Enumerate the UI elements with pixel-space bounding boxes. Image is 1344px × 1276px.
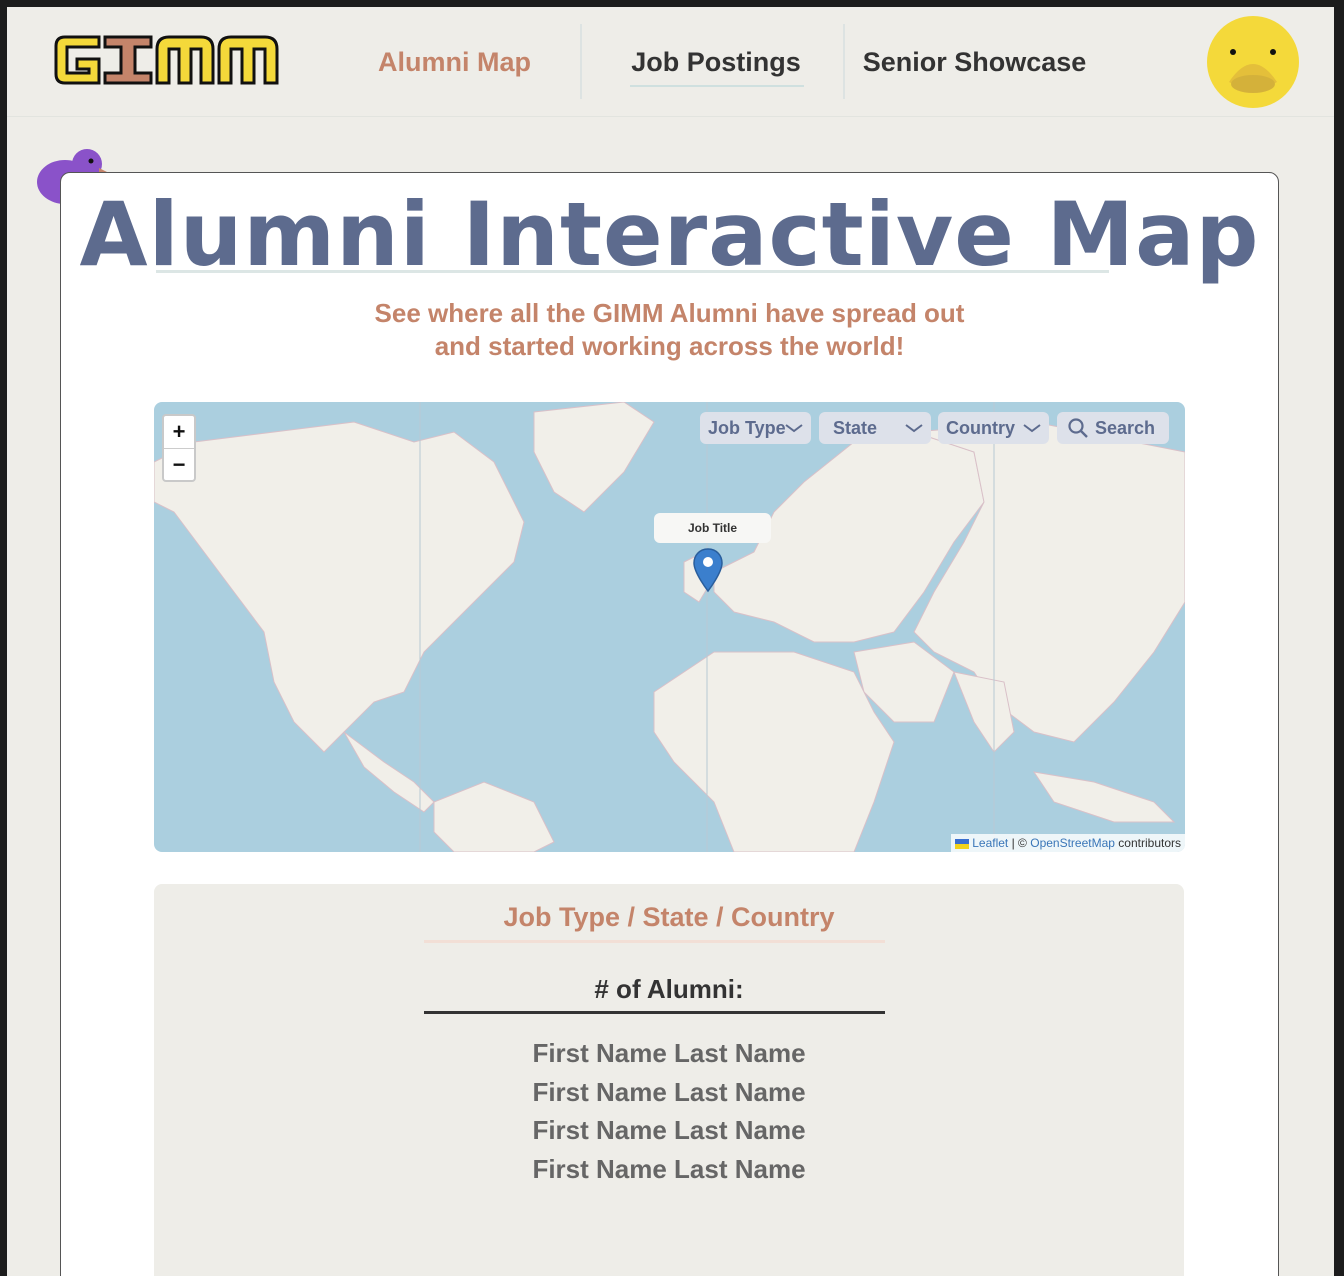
page-subtitle: See where all the GIMM Alumni have sprea… [61, 297, 1278, 363]
search-icon [1068, 418, 1088, 438]
country-label: Country [946, 417, 1015, 438]
nav-alumni-map-label: Alumni Map [378, 46, 531, 77]
alumni-info-panel: Job Type / State / Country # of Alumni: … [154, 884, 1184, 1276]
count-divider [424, 1011, 885, 1014]
alumni-count-label: # of Alumni: [594, 974, 744, 1004]
site-header: Alumni Map Job Postings Senior Showcase [7, 7, 1334, 117]
nav-alumni-map[interactable]: Alumni Map [352, 7, 557, 117]
nav-senior-showcase-label: Senior Showcase [862, 46, 1087, 77]
app-page: Alumni Map Job Postings Senior Showcase [7, 7, 1334, 1276]
search-button[interactable]: Search [1057, 412, 1169, 444]
title-underline [156, 270, 1109, 273]
alumni-map[interactable]: + − Job Type State Country Search Job Ti… [154, 402, 1185, 852]
panel-title-underline [424, 940, 885, 943]
nav-senior-showcase[interactable]: Senior Showcase [857, 7, 1092, 117]
search-label: Search [1095, 417, 1156, 438]
nav-divider [843, 24, 845, 99]
chevron-down-icon [905, 424, 923, 433]
main-card: Alumni Interactive Map See where all the… [60, 172, 1279, 1276]
avatar[interactable] [1207, 16, 1299, 108]
subtitle-line-2: and started working across the world! [434, 331, 905, 361]
zoom-control: + − [162, 414, 196, 482]
nav-job-postings[interactable]: Job Postings [607, 7, 825, 117]
state-label: State [833, 417, 878, 438]
state-dropdown[interactable]: State [819, 412, 931, 444]
alumni-list: First Name Last Name First Name Last Nam… [154, 1035, 1184, 1189]
nav-divider [580, 24, 582, 99]
zoom-in-button[interactable]: + [164, 416, 194, 448]
list-item[interactable]: First Name Last Name [154, 1074, 1184, 1113]
attribution-contributors: contributors [1118, 836, 1181, 850]
zoom-out-button[interactable]: − [164, 448, 194, 480]
gimm-logo[interactable] [51, 31, 286, 98]
leaflet-link[interactable]: Leaflet [972, 836, 1008, 850]
job-type-label: Job Type [708, 417, 786, 438]
map-popup: Job Title [654, 513, 771, 543]
attribution-separator: | © [1011, 836, 1027, 850]
list-item[interactable]: First Name Last Name [154, 1151, 1184, 1190]
chevron-down-icon [1023, 424, 1041, 433]
ukraine-flag-icon [954, 838, 969, 849]
openstreetmap-link[interactable]: OpenStreetMap [1030, 836, 1115, 850]
nav-job-postings-label: Job Postings [631, 46, 801, 77]
duck-face-icon [1229, 49, 1277, 93]
nav-underline [630, 85, 804, 87]
job-type-dropdown[interactable]: Job Type [700, 412, 811, 444]
panel-title: Job Type / State / Country [503, 902, 835, 932]
list-item[interactable]: First Name Last Name [154, 1035, 1184, 1074]
list-item[interactable]: First Name Last Name [154, 1112, 1184, 1151]
country-dropdown[interactable]: Country [938, 412, 1049, 444]
subtitle-line-1: See where all the GIMM Alumni have sprea… [374, 298, 965, 328]
map-marker-icon[interactable] [693, 547, 723, 598]
world-map-tiles [154, 402, 1185, 852]
chevron-down-icon [785, 424, 803, 433]
map-attribution: Leaflet | © OpenStreetMap contributors [950, 834, 1185, 852]
